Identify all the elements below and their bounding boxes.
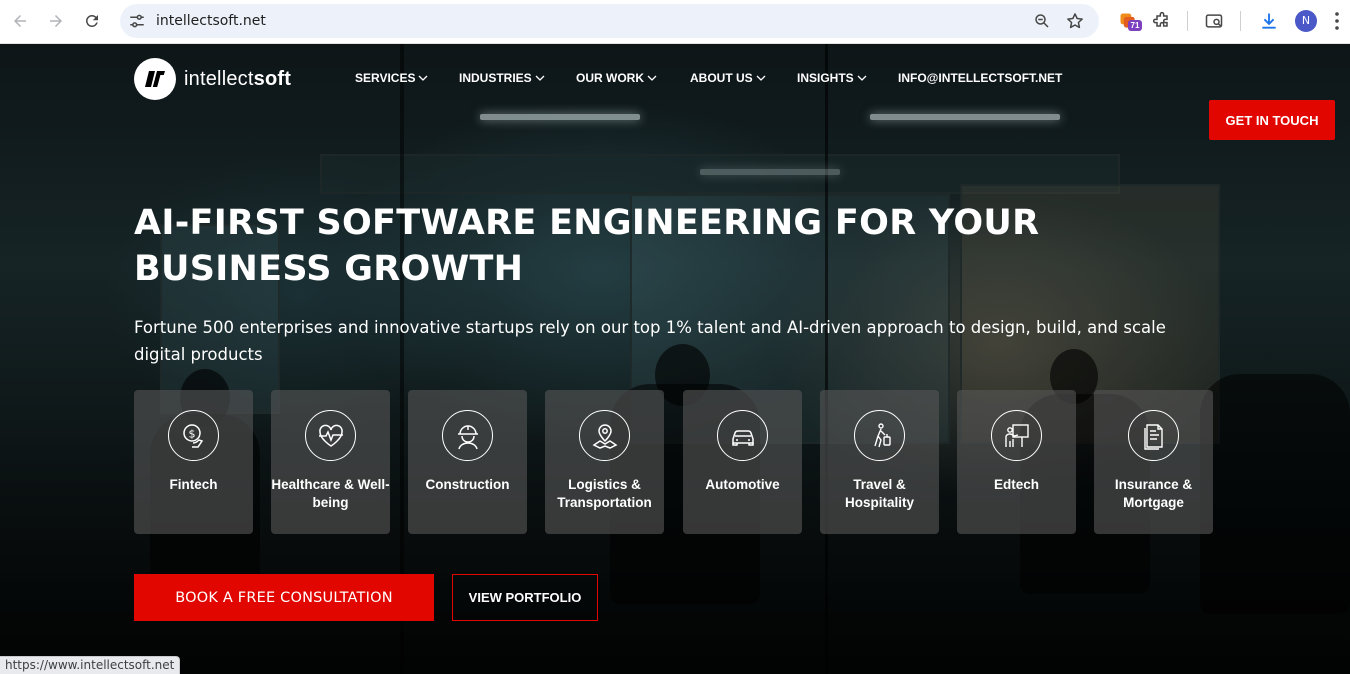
tile-travel[interactable]: Travel & Hospitality	[820, 390, 939, 534]
address-bar[interactable]: intellectsoft.net	[120, 4, 1099, 38]
reload-icon	[85, 14, 98, 27]
download-icon	[1262, 13, 1276, 29]
tile-edtech[interactable]: Edtech	[957, 390, 1076, 534]
site-settings-icon[interactable]	[128, 12, 146, 30]
tile-label: Logistics & Transportation	[557, 477, 652, 510]
chevron-down-icon	[535, 75, 545, 81]
traveler-luggage-icon	[854, 410, 905, 461]
car-icon	[717, 410, 768, 461]
tile-fintech[interactable]: $ Fintech	[134, 390, 253, 534]
ceiling-light	[480, 114, 640, 120]
toolbar-separator	[1240, 11, 1241, 31]
logo-mark-icon	[134, 58, 176, 100]
nav-label: INDUSTRIES	[459, 71, 532, 85]
url-text[interactable]: intellectsoft.net	[156, 13, 266, 29]
toolbar-separator	[1187, 11, 1188, 31]
nav-our-work[interactable]: OUR WORK	[576, 71, 657, 85]
chevron-down-icon	[647, 75, 657, 81]
nav-about-us[interactable]: ABOUT US	[690, 71, 766, 85]
downloads-button[interactable]	[1257, 9, 1281, 33]
tile-construction[interactable]: Construction	[408, 390, 527, 534]
back-button[interactable]	[6, 7, 34, 35]
reload-button[interactable]	[78, 7, 106, 35]
bookmark-star-icon[interactable]	[1065, 11, 1085, 31]
chevron-down-icon	[419, 75, 428, 81]
tile-label: Edtech	[993, 477, 1039, 492]
nav-industries[interactable]: INDUSTRIES	[459, 71, 545, 85]
hero-section: intellectsoft SERVICES INDUSTRIES OUR WO…	[0, 44, 1350, 674]
book-consultation-button[interactable]: BOOK A FREE CONSULTATION	[134, 574, 434, 621]
nav-services[interactable]: SERVICES	[355, 71, 428, 85]
forward-button[interactable]	[42, 7, 70, 35]
hero-headline: AI-FIRST SOFTWARE ENGINEERING FOR YOUR B…	[134, 203, 1040, 289]
nav-label: ABOUT US	[690, 71, 753, 85]
tile-insurance[interactable]: Insurance & Mortgage	[1094, 390, 1213, 534]
view-portfolio-button[interactable]: VIEW PORTFOLIO	[452, 574, 598, 621]
chevron-down-icon	[857, 75, 867, 81]
nav-label: SERVICES	[355, 71, 416, 85]
ceiling-light	[700, 169, 840, 175]
get-in-touch-button[interactable]: GET IN TOUCH	[1209, 100, 1335, 140]
profile-avatar[interactable]: N	[1295, 10, 1317, 32]
svg-text:$: $	[188, 427, 195, 440]
tile-label: Construction	[425, 477, 510, 492]
ceiling-light	[870, 114, 1060, 120]
browser-toolbar: intellectsoft.net 71 N	[0, 0, 1350, 44]
tab-search-icon	[1205, 14, 1223, 28]
heart-pulse-icon	[305, 410, 356, 461]
status-bar-url: https://www.intellectsoft.net	[0, 656, 181, 674]
tile-healthcare[interactable]: Healthcare & Well-being	[271, 390, 390, 534]
tile-label: Automotive	[705, 477, 780, 492]
map-pin-icon	[579, 410, 630, 461]
nav-email-link[interactable]: INFO@INTELLECTSOFT.NET	[898, 71, 1062, 85]
tile-label: Travel & Hospitality	[844, 477, 914, 510]
dollar-hand-icon: $	[168, 410, 219, 461]
tile-label: Healthcare & Well-being	[271, 477, 390, 510]
hero-subline: Fortune 500 enterprises and innovative s…	[134, 318, 1166, 364]
arrow-left-icon	[14, 15, 26, 27]
chevron-down-icon	[756, 75, 766, 81]
extensions-button[interactable]	[1150, 9, 1174, 33]
arrow-right-icon	[50, 15, 62, 27]
tile-automotive[interactable]: Automotive	[683, 390, 802, 534]
extension-button[interactable]: 71	[1116, 9, 1142, 33]
zoom-icon[interactable]	[1033, 12, 1051, 30]
tile-logistics[interactable]: Logistics & Transportation	[545, 390, 664, 534]
nav-label: INSIGHTS	[797, 71, 854, 85]
tile-label: Fintech	[169, 477, 218, 492]
nav-insights[interactable]: INSIGHTS	[797, 71, 867, 85]
tab-search-button[interactable]	[1202, 9, 1226, 33]
hard-hat-worker-icon	[442, 410, 493, 461]
teacher-board-icon	[991, 410, 1042, 461]
document-icon	[1128, 410, 1179, 461]
extension-badge: 71	[1128, 20, 1142, 31]
more-menu-icon[interactable]	[1334, 11, 1340, 31]
puzzle-icon	[1152, 11, 1168, 27]
logo-text: intellectsoft	[184, 67, 292, 90]
site-logo[interactable]: intellectsoft	[134, 58, 291, 100]
tile-label: Insurance & Mortgage	[1114, 477, 1193, 510]
nav-label: OUR WORK	[576, 71, 644, 85]
